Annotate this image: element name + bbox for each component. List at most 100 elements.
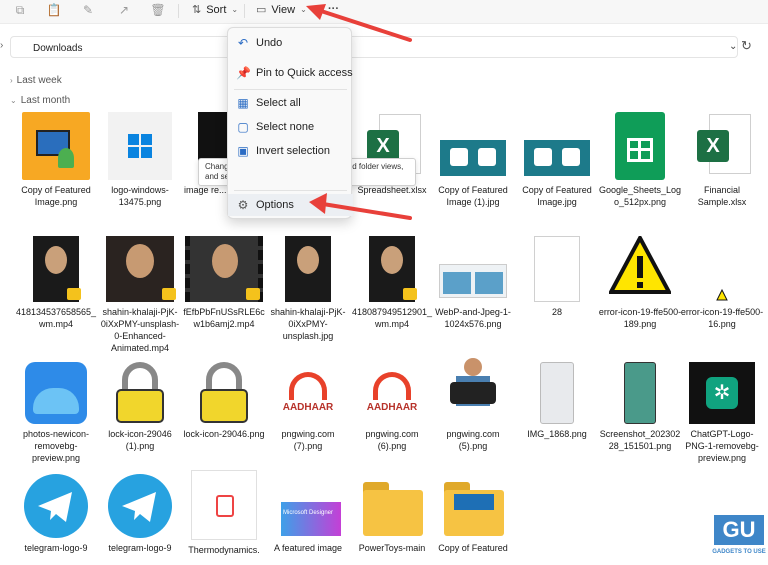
menu-item-pin[interactable]: 📌 Pin to Quick access (228, 62, 353, 84)
rename-icon[interactable]: ✎ (80, 3, 96, 17)
video-thumbnail (369, 236, 417, 302)
file-item[interactable]: X Financial Sample.xlsx (680, 112, 764, 208)
file-name: lock-icon-29046 (1).png (108, 429, 172, 451)
file-name: shahin-khalaji-PjK-0iXxPMY-unsplash-0-En… (100, 307, 180, 353)
file-item[interactable]: Copy of Featured Image (1).jpg (431, 112, 515, 208)
image-thumbnail (22, 112, 90, 180)
group-label: Last month (20, 95, 71, 106)
file-item[interactable]: error-icon-19-ffe500-189.png (598, 233, 682, 330)
file-item[interactable]: IMG_1868.png (515, 362, 599, 440)
chatgpt-logo-thumbnail: ✲ (689, 362, 755, 424)
file-item[interactable]: Copy of Featured Image.jpg (515, 112, 599, 208)
copy-icon[interactable]: ⧉ (12, 3, 28, 17)
paste-icon[interactable]: 📋 (46, 3, 62, 17)
file-item[interactable]: AADHAAR pngwing.com (6).png (350, 362, 434, 452)
group-label: Last week (16, 75, 62, 86)
blank-file-icon (534, 236, 580, 302)
file-item[interactable]: PowerToys-main (350, 474, 434, 554)
lock-icon (193, 362, 255, 424)
gadgets-to-use-logo: GU GADGETS TO USE (712, 515, 766, 555)
file-item[interactable]: photos-newicon-removebg-preview.png (14, 362, 98, 464)
toolbar-divider (178, 4, 179, 18)
file-name: Screenshot_20230228_151501.png (599, 429, 681, 451)
sort-button[interactable]: ⇅ Sort ⌄ (192, 3, 239, 17)
delete-icon[interactable]: 🗑 (150, 3, 166, 17)
file-name: pngwing.com (6).png (365, 429, 419, 451)
file-name: pngwing.com (7).png (281, 429, 335, 451)
file-item[interactable]: 418087949512901_wm.mp4 (350, 236, 434, 330)
windows-logo-thumbnail (108, 112, 172, 180)
telegram-logo-thumbnail (108, 474, 172, 538)
file-item[interactable]: shahin-khalaji-PjK-0iXxPMY-unsplash-0-En… (98, 236, 182, 354)
file-item[interactable]: lock-icon-29046.png (182, 362, 266, 440)
file-item[interactable]: ✲ ChatGPT-Logo-PNG-1-removebg-preview.pn… (680, 362, 764, 464)
file-item[interactable]: Copy of Featured (431, 474, 515, 554)
file-name: 28 (551, 307, 562, 317)
file-name: A featured image (273, 543, 343, 553)
file-name: PowerToys-main (358, 543, 426, 553)
video-thumbnail (106, 236, 176, 302)
file-name: 418087949512901_wm.mp4 (351, 307, 433, 329)
menu-label: Invert selection (256, 145, 330, 157)
phone-screenshot-thumbnail (624, 362, 656, 424)
file-item[interactable]: telegram-logo-9 (14, 474, 98, 554)
image-thumbnail (439, 236, 507, 302)
group-header-last-week[interactable]: › Last week (10, 75, 62, 86)
select-all-icon: ▦ (237, 96, 249, 110)
sort-icon: ⇅ (192, 4, 202, 16)
pin-icon: 📌 (236, 66, 251, 80)
aadhaar-text: AADHAAR (366, 402, 418, 413)
file-name: WebP-and-Jpeg-1-1024x576.png (435, 307, 511, 329)
share-icon[interactable]: ↗ (116, 3, 132, 17)
menu-item-select-all[interactable]: ▦ Select all (228, 92, 353, 114)
gear-icon: ⚙ (237, 198, 249, 212)
group-header-last-month[interactable]: ⌄ Last month (10, 95, 70, 106)
address-path: Downloads (33, 43, 83, 54)
file-item[interactable]: logo-windows-13475.png (98, 112, 182, 208)
file-item[interactable]: error-icon-19-ffe500-16.png (680, 236, 764, 330)
file-name: telegram-logo-9 (108, 543, 172, 553)
file-item[interactable]: AADHAAR pngwing.com (7).png (266, 362, 350, 452)
lock-icon (109, 362, 171, 424)
file-item[interactable]: Copy of Featured Image.png (14, 112, 98, 208)
excel-x-glyph: X (697, 130, 729, 162)
file-name: ChatGPT-Logo-PNG-1-removebg-preview.png (685, 429, 759, 463)
file-item[interactable]: Google_Sheets_Logo_512px.png (598, 112, 682, 208)
chevron-right-icon: › (0, 40, 4, 51)
menu-label: Undo (256, 37, 283, 49)
warning-icon (691, 236, 753, 302)
file-item[interactable]: 418134537658565_wm.mp4 (14, 236, 98, 330)
google-sheets-thumbnail (615, 112, 665, 180)
chevron-right-icon: › (10, 76, 13, 85)
file-item[interactable]: pngwing.com (5).png (431, 358, 515, 452)
file-item[interactable]: telegram-logo-9 (98, 474, 182, 554)
file-item[interactable]: fEfbPbFnUSsRLE6cw1b6amj2.mp4 (182, 236, 266, 330)
file-item[interactable]: Thermodynamics. (182, 470, 266, 556)
file-name: shahin-khalaji-PjK-0iXxPMY-unsplash.jpg (270, 307, 346, 341)
chevron-down-icon: ⌄ (231, 5, 239, 14)
refresh-icon[interactable]: ↻ (741, 38, 752, 54)
menu-item-select-none[interactable]: ▢ Select none (228, 116, 353, 138)
file-name: Copy of Featured Image (1).jpg (438, 185, 508, 207)
file-item[interactable]: shahin-khalaji-PjK-0iXxPMY-unsplash.jpg (266, 236, 350, 342)
file-name: error-icon-19-ffe500-16.png (680, 307, 764, 329)
pdf-file-thumbnail (191, 470, 257, 540)
file-name: fEfbPbFnUSsRLE6cw1b6amj2.mp4 (183, 307, 265, 329)
file-name: Thermodynamics. (188, 545, 260, 555)
photos-icon-thumbnail (25, 362, 87, 424)
video-thumbnail (33, 236, 81, 302)
invert-selection-icon: ▣ (237, 144, 249, 158)
file-item[interactable]: Screenshot_20230228_151501.png (598, 362, 682, 452)
excel-file-icon: X (691, 112, 753, 180)
image-thumbnail (440, 358, 506, 424)
chevron-down-icon: ⌄ (10, 96, 17, 105)
annotation-arrow-view (306, 4, 412, 42)
chevron-down-icon[interactable]: ⌄ (729, 41, 737, 52)
file-item[interactable]: Microsoft Designer A featured image (266, 474, 350, 554)
file-item[interactable]: lock-icon-29046 (1).png (98, 362, 182, 452)
warning-icon (607, 233, 673, 302)
file-item[interactable]: WebP-and-Jpeg-1-1024x576.png (431, 236, 515, 330)
file-item[interactable]: 28 (515, 236, 599, 318)
file-name: Financial Sample.xlsx (697, 185, 747, 207)
menu-item-invert[interactable]: ▣ Invert selection (228, 140, 353, 162)
